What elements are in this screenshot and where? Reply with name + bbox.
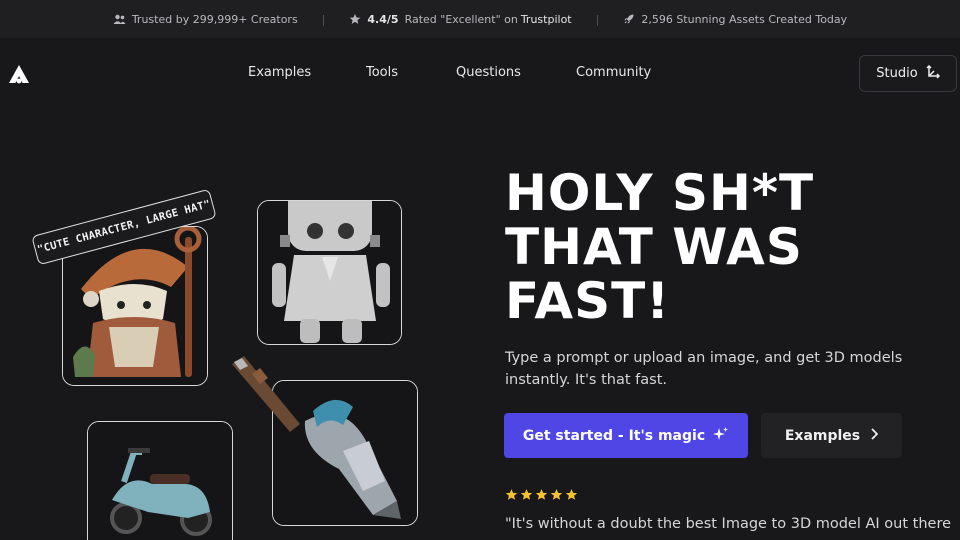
examples-label: Examples	[784, 427, 861, 444]
sparkles-icon	[713, 426, 729, 446]
nav-link-questions[interactable]: Questions	[456, 65, 521, 80]
chevron-right-icon	[870, 427, 879, 444]
studio-label: Studio	[876, 66, 918, 81]
nav-link-tools[interactable]: Tools	[366, 65, 398, 80]
rating-stars	[505, 488, 578, 501]
frankenstein-model-image	[258, 201, 401, 344]
assets-info: 2,596 Stunning Assets Created Today	[623, 13, 847, 26]
scooter-model-image	[88, 422, 232, 540]
main-nav: Examples Tools Questions Community Studi…	[0, 38, 960, 110]
hero-title-line: FAST!	[505, 272, 671, 330]
model-card-frankenstein[interactable]	[257, 200, 402, 345]
separator: |	[321, 12, 326, 26]
hero-title-line: HOLY SH*T	[505, 164, 815, 222]
get-started-label: Get started - It's magic	[522, 427, 706, 444]
testimonial-quote: "It's without a doubt the best Image to …	[505, 516, 952, 532]
rocket-icon	[623, 13, 635, 25]
hero-title: HOLY SH*T THAT WAS FAST!	[505, 166, 935, 328]
axis-arrow-icon	[926, 64, 940, 83]
trusted-text: Trusted by 299,999+ Creators	[131, 12, 298, 26]
users-icon	[113, 14, 126, 25]
examples-button[interactable]: Examples	[761, 413, 902, 458]
nav-links: Examples Tools Questions Community	[0, 65, 960, 83]
star-icon	[535, 489, 548, 500]
rating-text: Rated "Excellent" on	[404, 12, 518, 26]
assets-text: 2,596 Stunning Assets Created Today	[641, 12, 848, 26]
rating-info: 4.4/5 Rated "Excellent" on Trustpilot	[349, 12, 572, 26]
star-icon	[505, 489, 518, 500]
studio-button[interactable]: Studio	[859, 55, 957, 92]
separator: |	[595, 12, 600, 26]
trustpilot-link[interactable]: Trustpilot	[521, 13, 572, 26]
model-card-scooter[interactable]	[87, 421, 233, 540]
star-icon	[520, 489, 533, 500]
rating-value: 4.4/5	[367, 12, 399, 26]
nav-link-examples[interactable]: Examples	[248, 65, 311, 80]
announcement-bar: Trusted by 299,999+ Creators | 4.4/5 Rat…	[0, 0, 960, 38]
hero-title-line: THAT WAS	[505, 218, 803, 276]
trusted-info: Trusted by 299,999+ Creators	[113, 13, 298, 26]
hero-subtitle: Type a prompt or upload an image, and ge…	[505, 350, 903, 388]
sword-handle	[222, 350, 312, 444]
star-icon	[550, 489, 563, 500]
star-icon	[565, 489, 578, 500]
get-started-button[interactable]: Get started - It's magic	[504, 413, 748, 458]
star-icon	[349, 13, 361, 25]
nav-link-community[interactable]: Community	[576, 65, 651, 80]
